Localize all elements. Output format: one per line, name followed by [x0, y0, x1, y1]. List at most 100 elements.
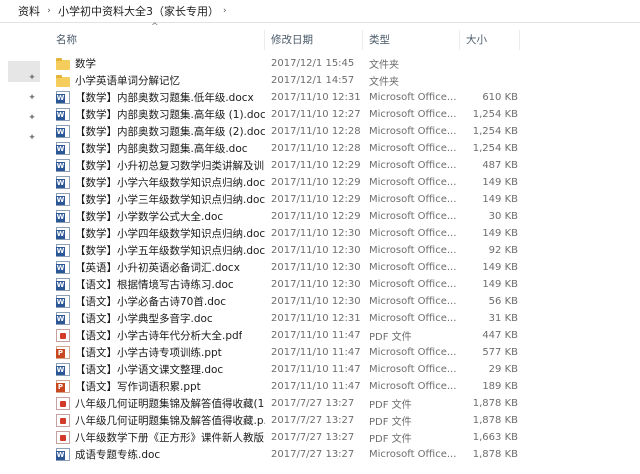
pdf-icon [56, 431, 70, 444]
file-row[interactable]: 数学 2017/12/1 15:45 文件夹 [50, 55, 640, 72]
file-row[interactable]: 【语文】小学古诗年代分析大全.pdf 2017/11/10 11:47 PDF 文件… [50, 327, 640, 344]
file-name: 八年级数学下册《正方形》课件新人教版... [75, 432, 265, 444]
file-size: 1,878 KB [472, 449, 518, 460]
file-name-cell: 【语文】根据情境写古诗练习.doc [50, 277, 265, 292]
file-name: 【数学】小升初总复习数学归类讲解及训... [75, 160, 265, 172]
file-type: Microsoft Office... [369, 262, 457, 273]
file-name: 【数学】小学六年级数学知识点归纳.doc [75, 177, 265, 189]
file-date: 2017/11/10 12:30 [271, 296, 361, 307]
file-row[interactable]: 八年级几何证明题集锦及解答值得收藏(1... 2017/7/27 13:27 PDF… [50, 395, 640, 412]
file-name: 成语专题专练.doc [75, 449, 161, 461]
file-row[interactable]: 【数学】内部奥数习题集.高年级.doc 2017/11/10 12:28 Micro… [50, 140, 640, 157]
chevron-right-icon[interactable]: › [223, 6, 227, 16]
file-name: 【数学】内部奥数习题集.高年级 (2).doc [75, 126, 265, 138]
pdf-icon [56, 329, 70, 342]
file-row[interactable]: 八年级几何证明题集锦及解答值得收藏.p... 2017/7/27 13:27 PDF… [50, 412, 640, 429]
file-name: 八年级几何证明题集锦及解答值得收藏(1... [75, 398, 265, 410]
file-row[interactable]: 【数学】小升初总复习数学归类讲解及训... 2017/11/10 12:29 Mic… [50, 157, 640, 174]
column-header-date[interactable]: 修改日期 [265, 30, 363, 50]
file-date: 2017/11/10 12:27 [271, 109, 361, 120]
file-name: 【数学】内部奥数习题集.高年级.doc [75, 143, 248, 155]
file-row[interactable]: 【数学】小学数学公式大全.doc 2017/11/10 12:29 Microsof… [50, 208, 640, 225]
file-row[interactable]: 【数学】内部奥数习题集.高年级 (1).doc 2017/11/10 12:27 M… [50, 106, 640, 123]
file-name: 【数学】小学三年级数学知识点归纳.doc [75, 194, 265, 206]
file-name-cell: 【数学】小升初总复习数学归类讲解及训... [50, 158, 265, 173]
file-row[interactable]: 【数学】小学五年级数学知识点归纳.doc 2017/11/10 12:30 Micr… [50, 242, 640, 259]
file-type: Microsoft Office... [369, 211, 457, 222]
file-name-cell: 【数学】内部奥数习题集.高年级 (2).doc [50, 124, 265, 139]
file-row[interactable]: 成语专题专练.doc 2017/7/27 13:27 Microsoft Offic… [50, 446, 640, 463]
file-date: 2017/11/10 11:47 [271, 364, 361, 375]
file-row[interactable]: 【语文】小学语文课文整理.doc 2017/11/10 11:47 Microsof… [50, 361, 640, 378]
file-row[interactable]: 【数学】小学六年级数学知识点归纳.doc 2017/11/10 12:29 Micr… [50, 174, 640, 191]
file-name-cell: 八年级几何证明题集锦及解答值得收藏(1... [50, 396, 265, 411]
file-type: Microsoft Office... [369, 313, 457, 324]
file-name-cell: 【语文】写作词语积累.ppt [50, 379, 265, 394]
folder-icon [56, 57, 70, 70]
file-size: 1,878 KB [472, 415, 518, 426]
column-header-type[interactable]: 类型 [363, 30, 460, 50]
file-size: 487 KB [482, 160, 518, 171]
file-date: 2017/7/27 13:27 [271, 432, 355, 443]
file-name: 【数学】小学数学公式大全.doc [75, 211, 224, 223]
word-doc-icon [56, 210, 70, 223]
file-type: Microsoft Office... [369, 449, 457, 460]
file-row[interactable]: 【语文】根据情境写古诗练习.doc 2017/11/10 12:30 Microso… [50, 276, 640, 293]
file-row[interactable]: 【语文】小学必备古诗70首.doc 2017/11/10 12:30 Microso… [50, 293, 640, 310]
file-date: 2017/11/10 12:29 [271, 194, 361, 205]
file-row[interactable]: 【语文】小学典型多音字.doc 2017/11/10 12:31 Microsoft… [50, 310, 640, 327]
file-name-cell: 【语文】小学必备古诗70首.doc [50, 294, 265, 309]
column-header-name[interactable]: 名称 [50, 30, 265, 50]
word-doc-icon [56, 125, 70, 138]
file-name-cell: 【数学】小学五年级数学知识点归纳.doc [50, 243, 265, 258]
file-date: 2017/11/10 12:30 [271, 262, 361, 273]
word-doc-icon [56, 176, 70, 189]
column-header-row: 名称 修改日期 类型 大小 [50, 30, 640, 50]
file-size: 31 KB [488, 313, 518, 324]
file-size: 149 KB [482, 279, 518, 290]
file-date: 2017/11/10 11:47 [271, 381, 361, 392]
file-name: 【语文】小学古诗年代分析大全.pdf [75, 330, 243, 342]
word-doc-icon [56, 108, 70, 121]
chevron-right-icon[interactable]: › [42, 6, 56, 16]
file-row[interactable]: 【数学】小学三年级数学知识点归纳.doc 2017/11/10 12:29 Micr… [50, 191, 640, 208]
file-row[interactable]: 【语文】小学古诗专项训练.ppt 2017/11/10 11:47 Microsof… [50, 344, 640, 361]
file-row[interactable]: 【数学】内部奥数习题集.低年级.docx 2017/11/10 12:31 Micr… [50, 89, 640, 106]
file-name-cell: 【数学】内部奥数习题集.低年级.docx [50, 90, 265, 105]
file-row[interactable]: 【数学】小学四年级数学知识点归纳.doc 2017/11/10 12:30 Micr… [50, 225, 640, 242]
breadcrumb-item-root[interactable]: 资料 [0, 3, 42, 19]
file-row[interactable]: 八年级数学下册《正方形》课件新人教版... 2017/7/27 13:27 PDF … [50, 429, 640, 446]
breadcrumb-item-current[interactable]: 小学初中资料大全3（家长专用） [56, 3, 221, 19]
file-name: 【语文】小学典型多音字.doc [75, 313, 213, 325]
file-name-cell: 【数学】小学四年级数学知识点归纳.doc [50, 226, 265, 241]
file-name-cell: 小学英语单词分解记忆 [50, 73, 265, 88]
file-date: 2017/7/27 13:27 [271, 449, 355, 460]
file-row[interactable]: 【数学】内部奥数习题集.高年级 (2).doc 2017/11/10 12:28 M… [50, 123, 640, 140]
file-row[interactable]: 【英语】小升初英语必备词汇.docx 2017/11/10 12:30 Micros… [50, 259, 640, 276]
word-doc-icon [56, 278, 70, 291]
file-name-cell: 【语文】小学古诗专项训练.ppt [50, 345, 265, 360]
column-header-size[interactable]: 大小 [460, 30, 520, 50]
file-size: 1,254 KB [472, 126, 518, 137]
file-name: 【语文】小学古诗专项训练.ppt [75, 347, 222, 359]
file-type: Microsoft Office... [369, 109, 457, 120]
file-date: 2017/11/10 12:30 [271, 228, 361, 239]
file-date: 2017/11/10 12:30 [271, 279, 361, 290]
pin-icon: ✦ [28, 93, 36, 103]
file-size: 1,878 KB [472, 398, 518, 409]
file-type: Microsoft Office... [369, 228, 457, 239]
file-name-cell: 八年级几何证明题集锦及解答值得收藏.p... [50, 413, 265, 428]
file-size: 1,254 KB [472, 143, 518, 154]
file-name: 【数学】小学五年级数学知识点归纳.doc [75, 245, 265, 257]
file-type: PDF 文件 [369, 400, 412, 411]
file-row[interactable]: 小学英语单词分解记忆 2017/12/1 14:57 文件夹 [50, 72, 640, 89]
word-doc-icon [56, 227, 70, 240]
file-name: 【语文】写作词语积累.ppt [75, 381, 201, 393]
file-row[interactable]: 【语文】写作词语积累.ppt 2017/11/10 11:47 Microsoft … [50, 378, 640, 395]
file-type: Microsoft Office... [369, 92, 457, 103]
pdf-icon [56, 414, 70, 427]
file-size: 610 KB [482, 92, 518, 103]
file-type: Microsoft Office... [369, 126, 457, 137]
file-type: Microsoft Office... [369, 279, 457, 290]
file-size: 189 KB [482, 381, 518, 392]
